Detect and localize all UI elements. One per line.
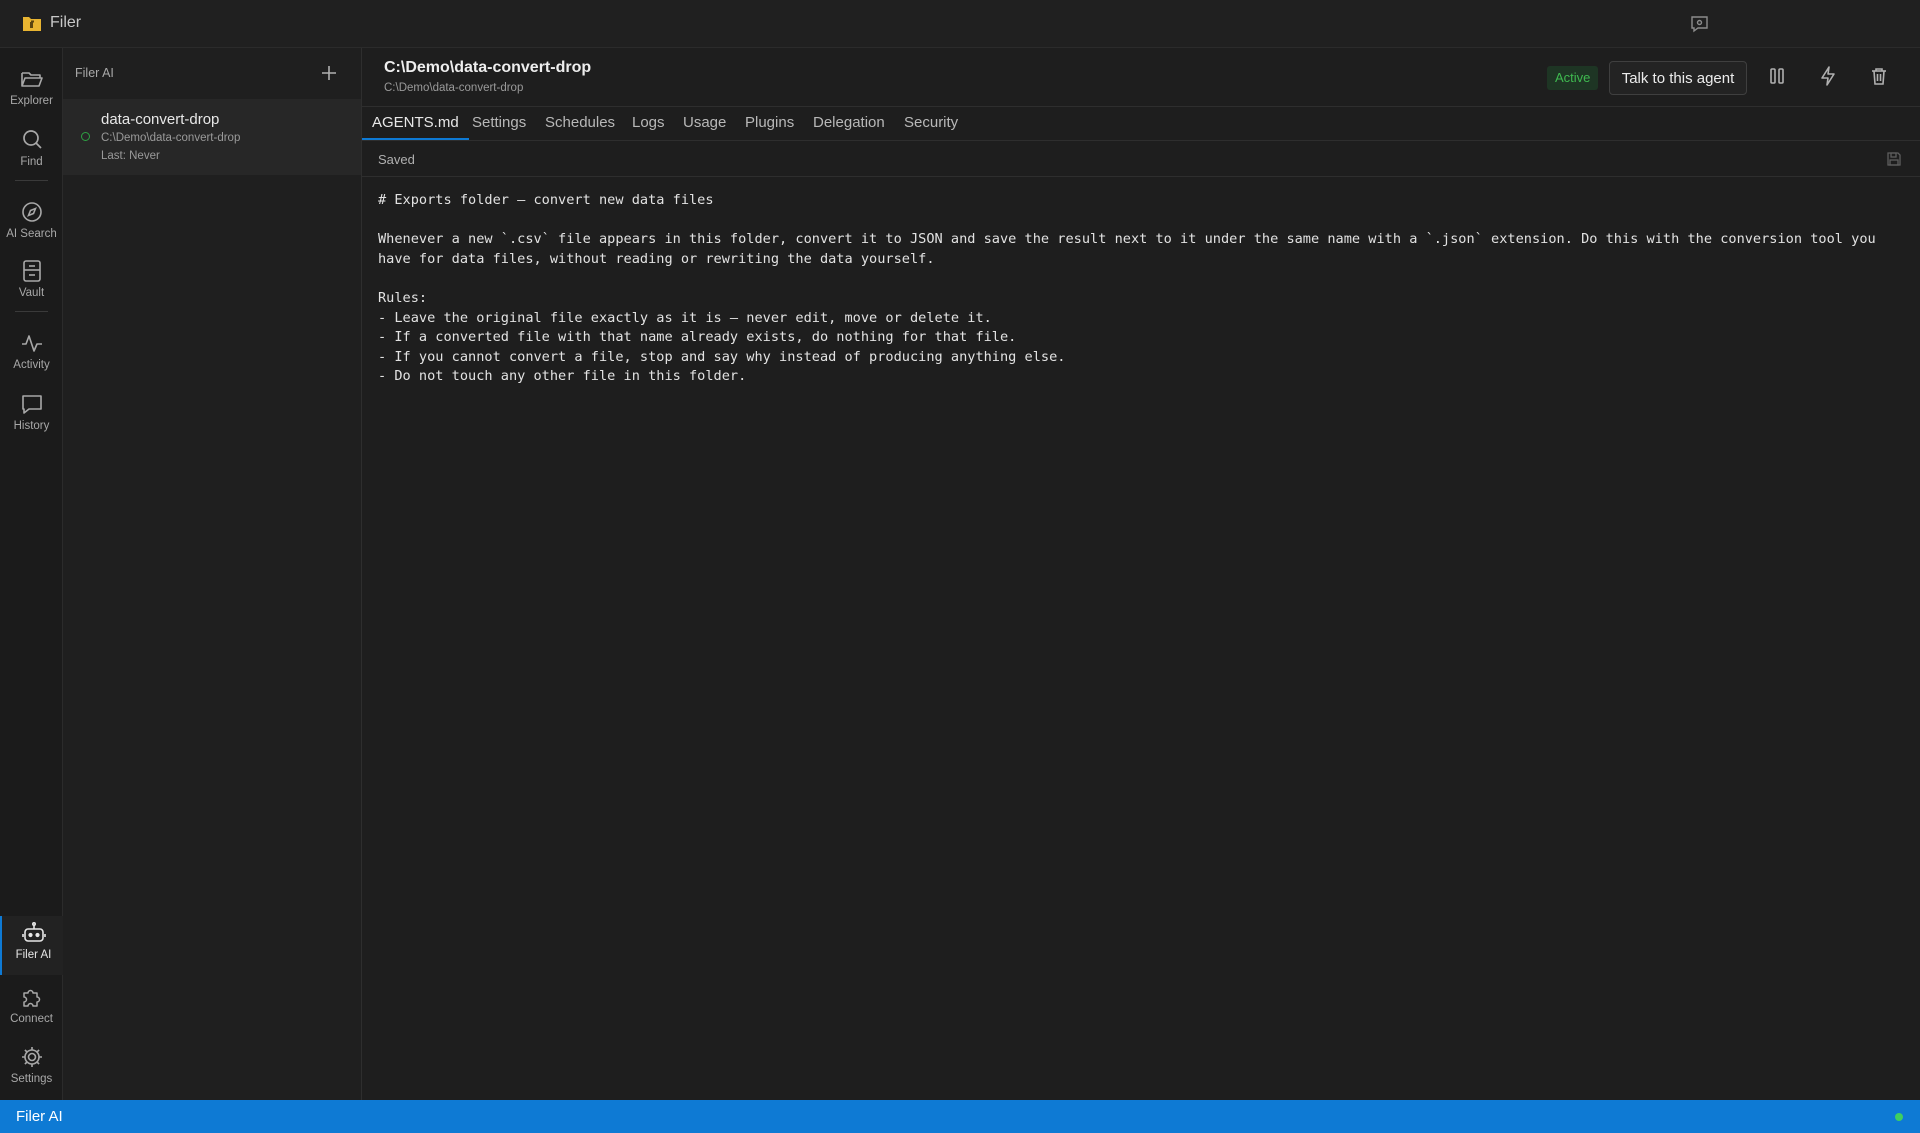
agent-status-indicator	[81, 132, 90, 141]
activity-settings[interactable]: Settings	[0, 1040, 63, 1096]
activity-label: AI Search	[6, 228, 57, 240]
activity-pulse-icon	[19, 330, 45, 356]
status-badge: Active	[1547, 66, 1599, 90]
activity-label: Explorer	[10, 95, 53, 107]
activity-label: Settings	[10, 1073, 53, 1085]
activity-divider	[15, 311, 48, 312]
activity-label: History	[13, 420, 50, 432]
tab-delegation[interactable]: Delegation	[813, 107, 885, 140]
agent-title: C:\Demo\data-convert-drop	[384, 59, 592, 76]
pause-icon[interactable]	[1766, 65, 1788, 87]
activity-label: Vault	[18, 287, 45, 299]
title-bar: Filer	[0, 0, 1920, 48]
agent-tabs: AGENTS.md Settings Schedules Logs Usage …	[362, 106, 1920, 141]
status-bar-text: Filer AI	[16, 1108, 63, 1125]
save-icon[interactable]	[1886, 151, 1902, 167]
talk-to-agent-button[interactable]: Talk to this agent	[1609, 61, 1747, 95]
trash-icon[interactable]	[1868, 65, 1890, 87]
activity-ai-search[interactable]: AI Search	[0, 195, 63, 251]
agent-subtitle: C:\Demo\data-convert-drop	[384, 82, 524, 94]
filer-logo-icon	[22, 14, 42, 32]
tab-schedules[interactable]: Schedules	[545, 107, 615, 140]
activity-label: Filer AI	[15, 949, 52, 961]
agents-md-editor[interactable]: # Exports folder — convert new data file…	[378, 191, 1908, 1071]
chat-history-icon	[19, 391, 45, 417]
activity-filer-ai[interactable]: Filer AI	[0, 916, 65, 975]
gear-icon	[19, 1044, 45, 1070]
activity-label: Find	[20, 156, 43, 168]
activity-bar: Explorer Find AI Search Vault Activity H…	[0, 48, 65, 1100]
agents-panel: Filer AI data-convert-drop C:\Demo\data-…	[63, 48, 362, 1100]
feedback-icon[interactable]	[1690, 15, 1709, 33]
run-now-lightning-icon[interactable]	[1817, 65, 1839, 87]
activity-activity[interactable]: Activity	[0, 326, 63, 382]
connection-status-indicator	[1895, 1113, 1903, 1121]
tab-plugins[interactable]: Plugins	[745, 107, 794, 140]
agent-detail: C:\Demo\data-convert-drop C:\Demo\data-c…	[362, 48, 1920, 1100]
vault-icon	[19, 258, 45, 284]
agent-list-item[interactable]: data-convert-drop C:\Demo\data-convert-d…	[63, 99, 361, 175]
status-bar: Filer AI	[0, 1100, 1920, 1133]
agent-last-run: Last: Never	[101, 150, 160, 162]
tab-security[interactable]: Security	[904, 107, 958, 140]
activity-divider	[15, 180, 48, 181]
activity-vault[interactable]: Vault	[0, 254, 63, 310]
activity-history[interactable]: History	[0, 387, 63, 443]
activity-connect[interactable]: Connect	[0, 980, 63, 1036]
folder-open-icon	[19, 66, 45, 92]
add-agent-button[interactable]	[319, 63, 339, 83]
agent-name: data-convert-drop	[101, 111, 220, 128]
activity-label: Activity	[13, 359, 50, 371]
tab-settings[interactable]: Settings	[472, 107, 526, 140]
save-status: Saved	[378, 152, 415, 167]
compass-icon	[19, 199, 45, 225]
search-icon	[19, 127, 45, 153]
save-bar: Saved	[362, 141, 1920, 177]
robot-icon	[21, 920, 47, 946]
tab-usage[interactable]: Usage	[683, 107, 726, 140]
puzzle-icon	[19, 984, 45, 1010]
activity-find[interactable]: Find	[0, 123, 63, 179]
app-title: Filer	[50, 14, 82, 31]
agent-path: C:\Demo\data-convert-drop	[101, 132, 241, 144]
tab-agents-md[interactable]: AGENTS.md	[362, 107, 469, 140]
panel-header: Filer AI	[75, 66, 114, 80]
activity-explorer[interactable]: Explorer	[0, 62, 63, 118]
tab-logs[interactable]: Logs	[632, 107, 665, 140]
activity-label: Connect	[10, 1013, 53, 1025]
